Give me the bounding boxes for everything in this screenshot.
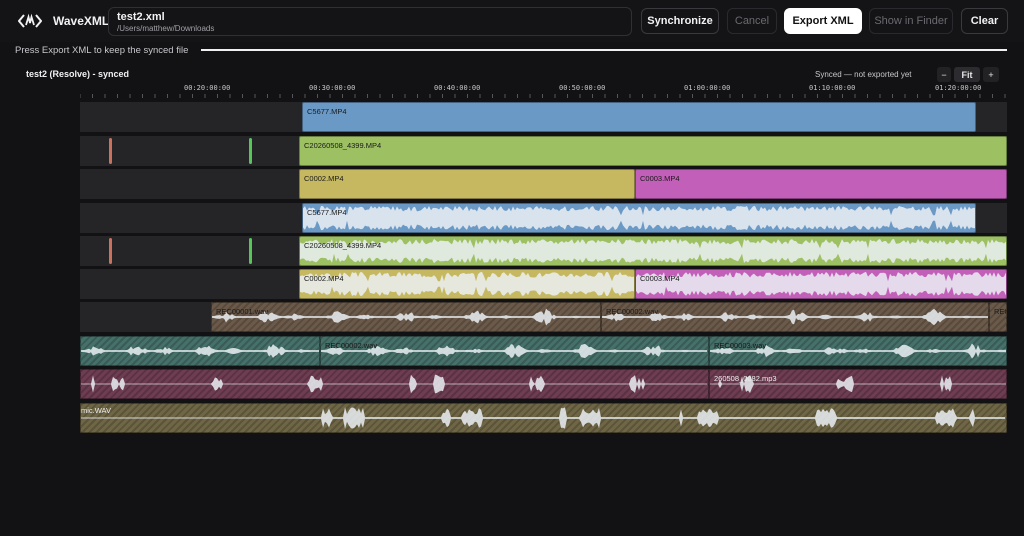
clip[interactable]: C20260508_4399.MP4	[299, 236, 1007, 266]
clip[interactable]: C0003.MP4	[635, 269, 1007, 299]
clip-label: REC00003.wav	[714, 341, 767, 350]
audio-track-5[interactable]: REC00002.wav REC00003.wav	[80, 336, 1007, 366]
export-xml-button[interactable]: Export XML	[784, 8, 862, 34]
file-field[interactable]: test2.xml /Users/matthew/Downloads	[108, 7, 632, 36]
ruler-tick: 00:40:00:00	[434, 84, 481, 92]
ruler-tick: 01:00:00:00	[684, 84, 731, 92]
sync-status: Synced — not exported yet	[815, 70, 912, 79]
clip[interactable]: REC00003.wav	[709, 336, 1007, 366]
clip[interactable]: C5677.MP4	[302, 102, 976, 132]
waveform	[81, 374, 707, 394]
app-name: WaveXML	[53, 14, 110, 28]
clip[interactable]	[80, 369, 709, 399]
waveform	[300, 271, 634, 297]
audio-track-3[interactable]: C0002.MP4 C0003.MP4	[80, 269, 1007, 299]
sequence-title: test2 (Resolve) - synced	[26, 69, 130, 79]
clip[interactable]: REC00001.wav	[211, 302, 601, 332]
clip-label: C20260508_4399.MP4	[304, 241, 382, 250]
clip-label: REC00001.wav	[216, 307, 269, 316]
waveform	[636, 271, 1006, 297]
sync-marker-green[interactable]	[249, 138, 252, 164]
sync-marker-red[interactable]	[109, 138, 112, 164]
ruler-tick: 01:10:00:00	[809, 84, 856, 92]
waveform	[321, 343, 707, 359]
clip-label: C0002.MP4	[304, 274, 344, 283]
zoom-in-button[interactable]: +	[983, 67, 999, 82]
audio-track-6[interactable]: 260508_0082.mp3	[80, 369, 1007, 399]
clip[interactable]: C20260508_4399.MP4	[299, 136, 1007, 166]
ruler-tick: 00:50:00:00	[559, 84, 606, 92]
clip-label: REC	[994, 307, 1006, 316]
clip-label: REC00002.wav	[606, 307, 659, 316]
ruler-tick: 00:20:00:00	[184, 84, 231, 92]
clip-label: C0003.MP4	[640, 174, 680, 183]
clip-label: C0003.MP4	[640, 274, 680, 283]
audio-track-7[interactable]: mic.WAV	[80, 403, 1007, 433]
audio-track-1[interactable]: C5677.MP4	[80, 203, 1007, 233]
clip-label: 260508_0082.mp3	[714, 374, 777, 383]
waveform	[81, 344, 319, 358]
audio-track-2[interactable]: C20260508_4399.MP4	[80, 236, 1007, 266]
clip[interactable]: REC	[989, 302, 1007, 332]
waveform	[300, 238, 1006, 264]
file-path: /Users/matthew/Downloads	[117, 24, 215, 33]
clip[interactable]: REC00002.wav	[320, 336, 709, 366]
export-hint: Press Export XML to keep the synced file	[15, 45, 189, 56]
ruler-tick: 00:30:00:00	[309, 84, 356, 92]
clear-button[interactable]: Clear	[961, 8, 1008, 34]
video-track-2[interactable]: C20260508_4399.MP4	[80, 136, 1007, 166]
ruler-tick: 01:20:00:00	[935, 84, 982, 92]
progress-divider	[201, 49, 1007, 51]
sync-marker-red[interactable]	[109, 238, 112, 264]
video-track-1[interactable]: C5677.MP4	[80, 102, 1007, 132]
clip-label: REC00002.wav	[325, 341, 378, 350]
waveform	[81, 407, 1005, 429]
clip-label: C20260508_4399.MP4	[304, 141, 382, 150]
clip[interactable]: C5677.MP4	[302, 203, 976, 233]
timecode-ruler[interactable]: 00:20:00:00 00:30:00:00 00:40:00:00 00:5…	[80, 84, 1007, 98]
clip-label: C0002.MP4	[304, 174, 344, 183]
clip[interactable]: mic.WAV	[80, 403, 1007, 433]
zoom-fit-button[interactable]: Fit	[954, 67, 980, 82]
audio-track-4[interactable]: REC00001.wav REC00002.wav REC	[80, 302, 1007, 332]
clip[interactable]	[80, 336, 320, 366]
sync-marker-green[interactable]	[249, 238, 252, 264]
wavexml-logo-icon	[18, 13, 42, 28]
clip-label: mic.WAV	[81, 406, 111, 415]
clip-label: C5677.MP4	[307, 107, 347, 116]
waveform	[212, 308, 600, 326]
clip[interactable]: REC00002.wav	[601, 302, 989, 332]
waveform	[303, 205, 975, 231]
file-name: test2.xml	[117, 11, 165, 23]
clip[interactable]: C0002.MP4	[299, 169, 635, 199]
clip[interactable]: 260508_0082.mp3	[709, 369, 1007, 399]
zoom-out-button[interactable]: −	[937, 67, 951, 82]
video-track-3[interactable]: C0002.MP4 C0003.MP4	[80, 169, 1007, 199]
show-in-finder-button[interactable]: Show in Finder	[869, 8, 953, 34]
waveform	[602, 308, 988, 326]
clip[interactable]: C0002.MP4	[299, 269, 635, 299]
clip[interactable]: C0003.MP4	[635, 169, 1007, 199]
synchronize-button[interactable]: Synchronize	[641, 8, 719, 34]
clip-label: C5677.MP4	[307, 208, 347, 217]
top-bar: WaveXML test2.xml /Users/matthew/Downloa…	[0, 0, 1024, 42]
cancel-button[interactable]: Cancel	[727, 8, 777, 34]
